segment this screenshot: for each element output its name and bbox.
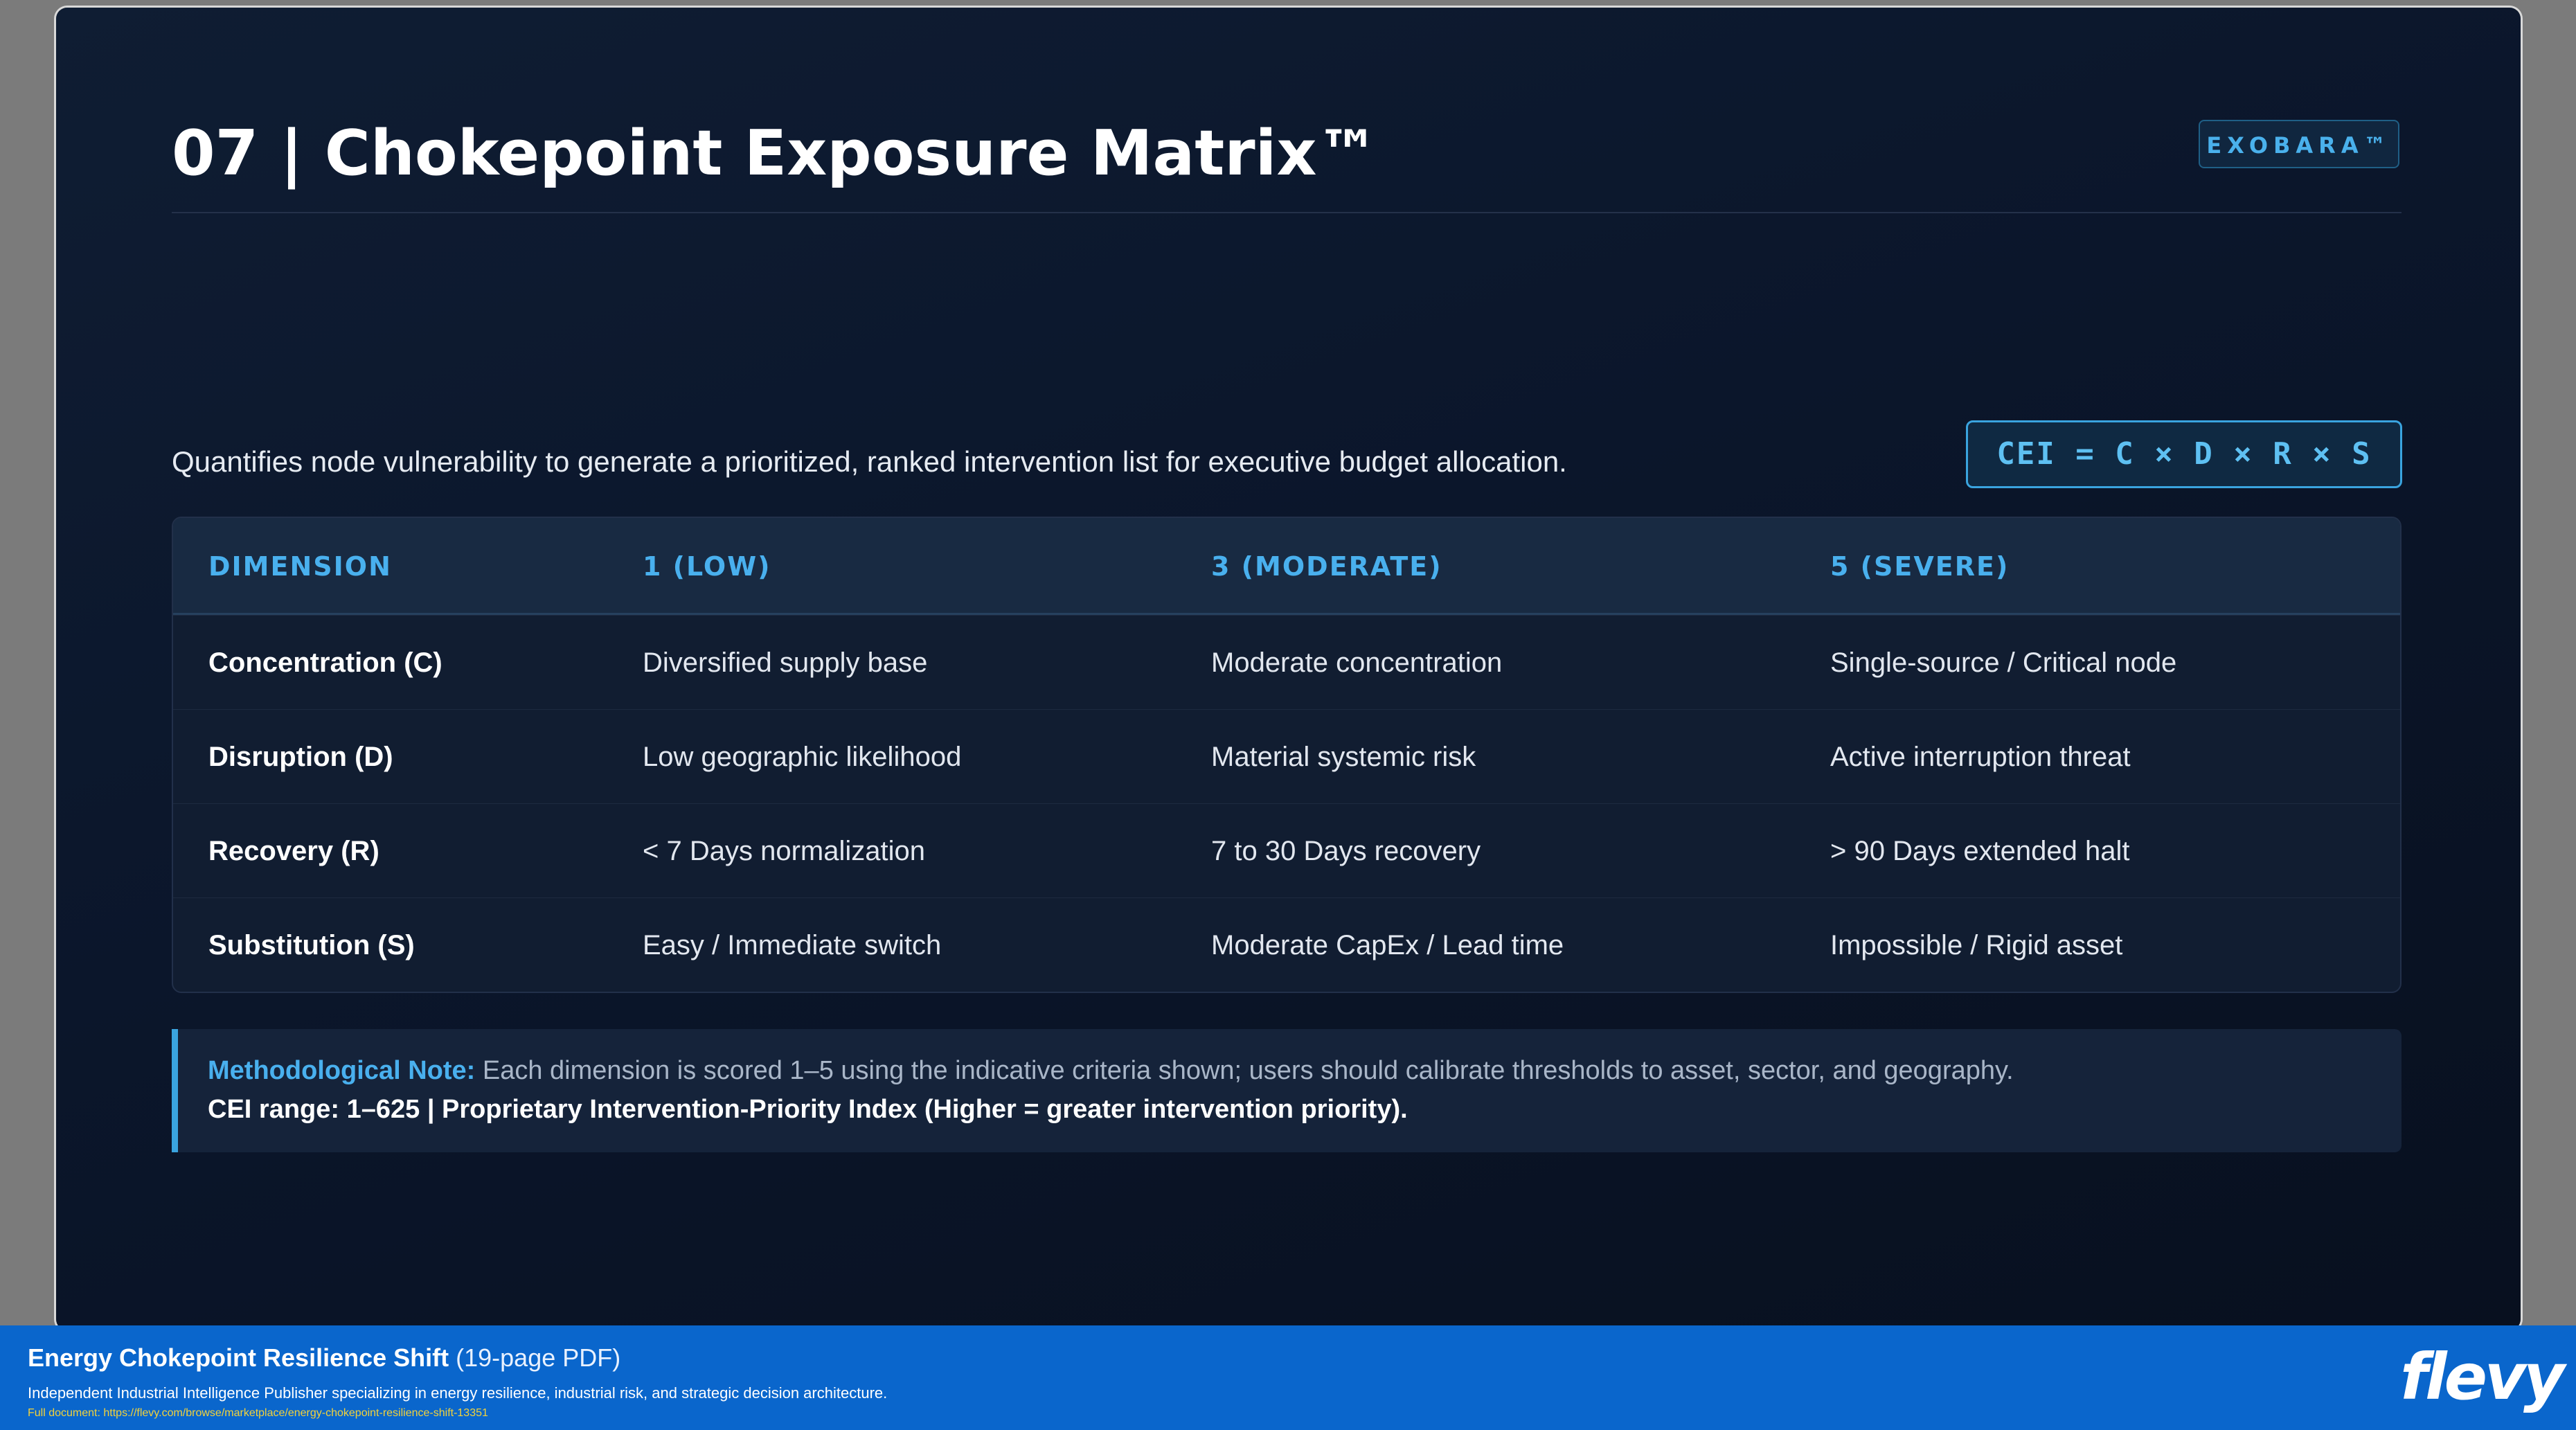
row-moderate: Material systemic risk <box>1211 742 1476 772</box>
table-row: Substitution (S) Easy / Immediate switch… <box>173 897 2400 992</box>
slide-title: 07 | Chokepoint Exposure Matrix™ <box>172 117 1379 190</box>
row-low: Easy / Immediate switch <box>643 930 942 960</box>
row-low: < 7 Days normalization <box>643 836 925 866</box>
row-severe: Impossible / Rigid asset <box>1830 930 2123 960</box>
table-row: Recovery (R) < 7 Days normalization 7 to… <box>173 803 2400 897</box>
footer-document-title: Energy Chokepoint Resilience Shift (19-p… <box>28 1341 620 1375</box>
footer-page-count: (19-page PDF) <box>449 1343 621 1372</box>
cei-formula-box: CEI = C × D × R × S <box>1966 420 2402 488</box>
exposure-matrix-table: DIMENSION 1 (LOW) 3 (MODERATE) 5 (SEVERE… <box>172 517 2401 993</box>
header-low: 1 (LOW) <box>643 551 771 582</box>
row-severe: Single-source / Critical node <box>1830 647 2177 678</box>
table-header-row: DIMENSION 1 (LOW) 3 (MODERATE) 5 (SEVERE… <box>173 518 2400 615</box>
row-moderate: Moderate concentration <box>1211 647 1503 678</box>
title-divider <box>172 212 2401 213</box>
note-range-line: CEI range: 1–625 | Proprietary Intervent… <box>208 1095 1408 1124</box>
row-dimension: Concentration (C) <box>208 647 442 678</box>
row-moderate: Moderate CapEx / Lead time <box>1211 930 1564 960</box>
brand-badge: EXOBARA™ <box>2199 120 2399 168</box>
row-dimension: Recovery (R) <box>208 836 379 866</box>
row-dimension: Substitution (S) <box>208 930 415 960</box>
slide-subtitle: Quantifies node vulnerability to generat… <box>172 445 1567 478</box>
header-moderate: 3 (MODERATE) <box>1211 551 1442 582</box>
row-moderate: 7 to 30 Days recovery <box>1211 836 1481 866</box>
document-footer-banner: Energy Chokepoint Resilience Shift (19-p… <box>0 1325 2576 1430</box>
note-body: Each dimension is scored 1–5 using the i… <box>475 1056 2014 1085</box>
row-severe: > 90 Days extended halt <box>1830 836 2130 866</box>
header-dimension: DIMENSION <box>208 551 392 582</box>
row-low: Low geographic likelihood <box>643 742 962 772</box>
footer-title-text: Energy Chokepoint Resilience Shift <box>28 1343 449 1372</box>
table-row: Disruption (D) Low geographic likelihood… <box>173 709 2400 803</box>
row-low: Diversified supply base <box>643 647 928 678</box>
footer-description: Independent Industrial Intelligence Publ… <box>28 1384 888 1402</box>
header-severe: 5 (SEVERE) <box>1830 551 2010 582</box>
slide: 07 | Chokepoint Exposure Matrix™ EXOBARA… <box>56 8 2521 1330</box>
row-severe: Active interruption threat <box>1830 742 2131 772</box>
methodology-note: Methodological Note: Each dimension is s… <box>172 1029 2401 1152</box>
footer-document-link[interactable]: Full document: https://flevy.com/browse/… <box>28 1405 488 1422</box>
row-dimension: Disruption (D) <box>208 742 393 772</box>
note-text-line: Methodological Note: Each dimension is s… <box>208 1051 2014 1090</box>
note-label: Methodological Note: <box>208 1056 476 1085</box>
flevy-logo[interactable]: flevy <box>2400 1339 2565 1415</box>
table-row: Concentration (C) Diversified supply bas… <box>173 615 2400 709</box>
